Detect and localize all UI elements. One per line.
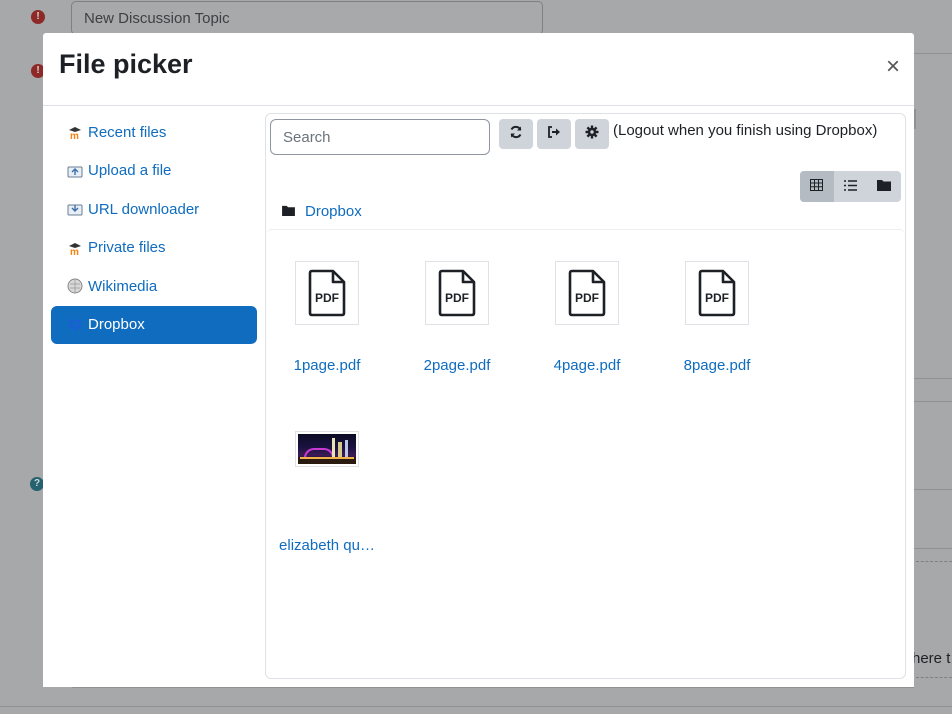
logout-icon: [547, 125, 562, 144]
list-view-button[interactable]: [834, 171, 868, 202]
file-name: 4page.pdf: [553, 357, 621, 374]
repository-item-recent-files[interactable]: m Recent files: [51, 113, 257, 152]
file-name: 8page.pdf: [683, 357, 751, 374]
svg-text:m: m: [70, 131, 79, 139]
background-divider: [0, 706, 952, 707]
dropbox-icon: [67, 317, 83, 333]
file-item-2page-pdf[interactable]: PDF 2page.pdf: [397, 261, 517, 374]
svg-text:PDF: PDF: [575, 291, 599, 305]
moodle-icon: m: [67, 240, 83, 256]
background-divider: [914, 489, 952, 490]
svg-text:PDF: PDF: [445, 291, 469, 305]
background-divider: [914, 53, 952, 54]
repository-label: Private files: [88, 239, 166, 257]
background-divider: [914, 401, 952, 402]
file-item-elizabeth-quay-image[interactable]: elizabeth qu…: [267, 431, 387, 554]
logout-button[interactable]: [537, 119, 571, 149]
background-divider: [914, 548, 952, 549]
repository-label: URL downloader: [88, 200, 200, 218]
repository-label: Wikimedia: [88, 277, 158, 295]
refresh-button[interactable]: [499, 119, 533, 149]
repository-list: m Recent files Upload a file URL downloa…: [51, 113, 257, 344]
moodle-icon: m: [67, 124, 83, 140]
repository-item-dropbox[interactable]: Dropbox: [51, 305, 257, 344]
svg-text:PDF: PDF: [705, 291, 729, 305]
help-icon: ?: [30, 477, 44, 491]
pdf-icon: PDF: [685, 261, 749, 325]
file-name: 1page.pdf: [293, 357, 361, 374]
tree-view-button[interactable]: [867, 171, 901, 202]
refresh-icon: [509, 125, 523, 144]
svg-text:m: m: [70, 247, 79, 255]
url-download-icon: [67, 201, 83, 217]
subject-field-background: New Discussion Topic: [71, 1, 543, 35]
image-thumbnail: [295, 431, 359, 467]
pdf-icon: PDF: [555, 261, 619, 325]
gear-icon: [585, 125, 599, 144]
background-divider: [914, 378, 952, 379]
repository-item-url-downloader[interactable]: URL downloader: [51, 190, 257, 229]
grid-icon: [810, 178, 824, 196]
background-divider: [914, 109, 916, 129]
tree-folder-icon: [877, 178, 892, 196]
background-text: here t: [912, 650, 951, 667]
repository-content-panel: (Logout when you finish using Dropbox): [265, 113, 906, 679]
upload-icon: [67, 163, 83, 179]
breadcrumb-dropbox-link[interactable]: Dropbox: [305, 203, 362, 220]
file-name: elizabeth qu…: [279, 537, 375, 554]
error-icon: !: [31, 10, 45, 24]
breadcrumb: Dropbox: [282, 203, 362, 220]
file-picker-dialog: File picker × m Recent files Upload a fi…: [43, 33, 914, 687]
logout-note: (Logout when you finish using Dropbox): [613, 122, 878, 139]
background-divider: [72, 687, 914, 688]
file-name: 2page.pdf: [423, 357, 491, 374]
wikimedia-icon: [67, 278, 83, 294]
close-button[interactable]: ×: [886, 53, 900, 81]
dialog-header: File picker ×: [43, 33, 914, 106]
file-item-4page-pdf[interactable]: PDF 4page.pdf: [527, 261, 647, 374]
repository-item-upload-a-file[interactable]: Upload a file: [51, 152, 257, 191]
background-dashed-border: [916, 561, 952, 562]
folder-icon: [282, 203, 295, 220]
list-icon: [844, 178, 857, 196]
repository-item-wikimedia[interactable]: Wikimedia: [51, 267, 257, 306]
grid-view-button[interactable]: [800, 171, 834, 202]
svg-text:PDF: PDF: [315, 291, 339, 305]
repository-item-private-files[interactable]: m Private files: [51, 229, 257, 268]
photo-preview: [298, 434, 356, 464]
pdf-icon: PDF: [295, 261, 359, 325]
settings-button[interactable]: [575, 119, 609, 149]
repository-label: Recent files: [88, 123, 167, 141]
dialog-title: File picker: [59, 49, 193, 79]
file-grid: PDF 1page.pdf PDF 2page.pdf PDF 4page.pd…: [266, 229, 905, 678]
pdf-icon: PDF: [425, 261, 489, 325]
view-mode-toggle: [800, 171, 901, 202]
repository-label: Upload a file: [88, 162, 172, 180]
background-dashed-border: [916, 677, 952, 678]
repository-label: Dropbox: [88, 316, 145, 334]
file-item-8page-pdf[interactable]: PDF 8page.pdf: [657, 261, 777, 374]
file-item-1page-pdf[interactable]: PDF 1page.pdf: [267, 261, 387, 374]
search-input[interactable]: [270, 119, 490, 155]
